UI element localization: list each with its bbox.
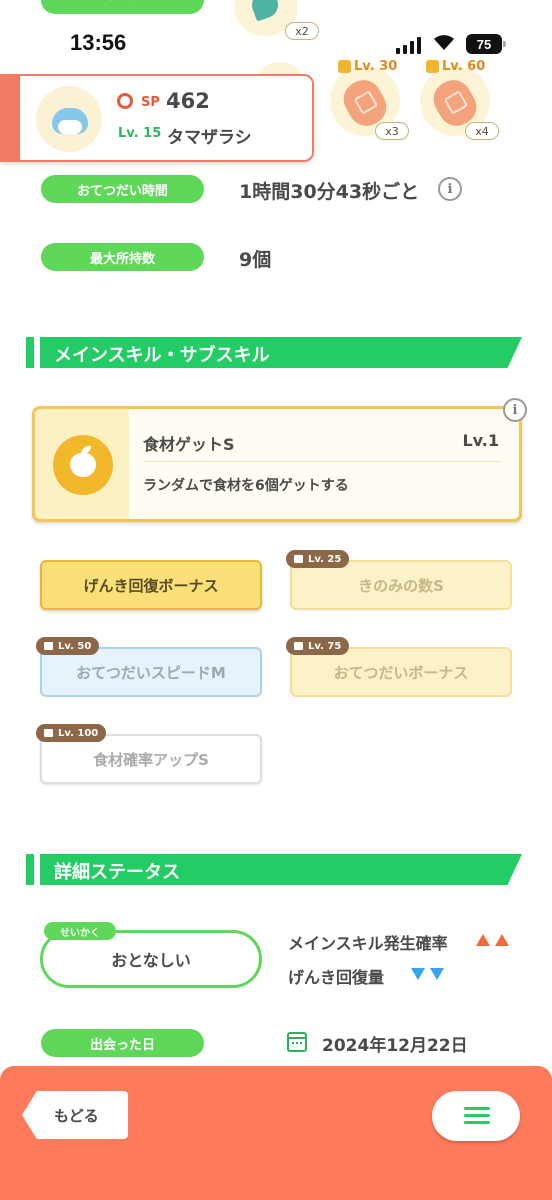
- help-time-value: 1時間30分43秒ごと: [239, 181, 420, 203]
- sub-skill-2-lock: Lv. 25: [286, 550, 350, 568]
- pokemon-name: タマザラシ: [167, 128, 252, 148]
- battery-indicator: 75: [466, 34, 506, 54]
- arrow-down-icon: [430, 968, 444, 980]
- max-inventory-label: 最大所持数: [41, 243, 204, 271]
- arrow-up-icon: [495, 934, 509, 946]
- berry-count: x2: [285, 22, 319, 40]
- ingredient-slot-2-level: Lv. 60: [426, 59, 485, 74]
- nature-up-stat: メインスキル発生確率: [288, 934, 448, 953]
- menu-icon: [464, 1107, 490, 1110]
- ingredient-level-text: Lv. 30: [354, 59, 398, 74]
- sub-skill-3-lock: Lv. 50: [36, 637, 100, 655]
- arrow-up-icon: [476, 934, 490, 946]
- nature-down-stat: げんき回復量: [288, 968, 385, 987]
- wifi-icon: [432, 32, 456, 52]
- ingredient-slot-2-count: x4: [465, 122, 499, 140]
- ingredient-level-text: Lv. 60: [442, 59, 486, 74]
- pokeball-icon: [117, 93, 133, 109]
- met-date-label: 出会った日: [41, 1029, 204, 1057]
- back-button-label: もどる: [54, 1107, 99, 1125]
- met-date-value: 2024年12月22日: [322, 1036, 468, 1056]
- main-skill-level: Lv.1: [462, 431, 499, 450]
- lock-icon: [426, 60, 439, 73]
- ingredient-slot-1-level: Lv. 30: [338, 59, 397, 74]
- pokemon-level: Lv. 15: [118, 126, 162, 141]
- section-title: 詳細ステータス: [54, 862, 180, 883]
- menu-icon-line: [464, 1114, 490, 1117]
- divider: [143, 461, 501, 462]
- menu-icon-line: [464, 1121, 490, 1124]
- sp-value: 462: [166, 89, 210, 113]
- arrow-down-icon: [411, 968, 425, 980]
- back-button[interactable]: もどる: [22, 1091, 128, 1139]
- berry-label: きのみ: [41, 0, 204, 14]
- lock-icon: [338, 60, 351, 73]
- skills-section-header: メインスキル・サブスキル: [26, 337, 522, 368]
- details-section-header: 詳細ステータス: [26, 854, 522, 885]
- sub-skill-5-lock: Lv. 100: [36, 724, 107, 742]
- help-time-label: おてつだい時間: [41, 175, 204, 203]
- apple-icon: [53, 435, 113, 495]
- ingredient-slot-1-count: x3: [375, 122, 409, 140]
- main-skill-name: 食材ゲットS: [143, 435, 235, 454]
- main-skill-card[interactable]: 食材ゲットS Lv.1 ランダムで食材を6個ゲットする: [32, 406, 522, 522]
- calendar-icon: [287, 1032, 307, 1052]
- menu-button[interactable]: [432, 1091, 520, 1141]
- sub-skill-4-lock: Lv. 75: [286, 637, 350, 655]
- pokemon-card[interactable]: [0, 74, 314, 162]
- sub-skill-1[interactable]: げんき回復ボーナス: [40, 560, 262, 610]
- pokemon-belly: [58, 120, 82, 134]
- main-skill-info-icon[interactable]: i: [503, 398, 527, 422]
- status-time: 13:56: [70, 30, 127, 55]
- card-stripe: [2, 76, 20, 160]
- nature-tag: せいかく: [44, 922, 116, 940]
- signal-icon: [396, 36, 421, 54]
- pokemon-avatar: [36, 86, 102, 152]
- sp-label: SP: [141, 95, 160, 110]
- help-time-info-icon[interactable]: i: [438, 177, 462, 201]
- main-skill-description: ランダムで食材を6個ゲットする: [143, 478, 349, 494]
- berry-icon: [248, 0, 282, 22]
- max-inventory-value: 9個: [239, 249, 272, 271]
- section-title: メインスキル・サブスキル: [54, 345, 270, 366]
